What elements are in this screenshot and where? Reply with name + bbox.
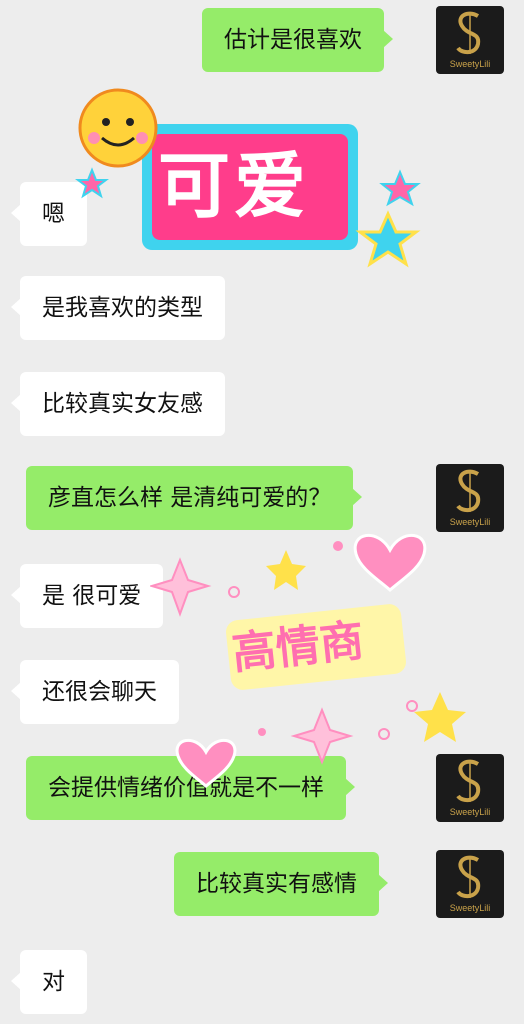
sticker-high-eq-text: 高情商 bbox=[229, 615, 367, 680]
sticker-cute-text: 可爱 bbox=[158, 144, 311, 228]
logo-icon bbox=[456, 469, 481, 513]
sticker-cute: 可爱 bbox=[70, 82, 440, 282]
message-bubble-incoming[interactable]: 比较真实女友感 bbox=[11, 372, 225, 436]
message-bubble-incoming[interactable]: 是 很可爱 bbox=[10, 564, 164, 628]
avatar-brand: SweetyLili bbox=[449, 59, 491, 69]
avatar[interactable]: SweetyLili bbox=[436, 850, 504, 918]
message-bubble-outgoing[interactable]: 估计是很喜欢 bbox=[202, 8, 393, 72]
message-bubble-incoming[interactable]: 对 bbox=[11, 950, 87, 1014]
avatar[interactable]: SweetyLili bbox=[436, 6, 504, 74]
sticker-high-eq: 高情商 bbox=[150, 520, 480, 790]
message-bubble-incoming[interactable]: 是我喜欢的类型 bbox=[11, 276, 225, 340]
logo-icon bbox=[456, 11, 481, 55]
message-bubble-outgoing[interactable]: 比较真实有感情 bbox=[174, 852, 388, 916]
avatar-brand: SweetyLili bbox=[449, 903, 491, 913]
avatar-brand: SweetyLili bbox=[449, 807, 491, 817]
logo-icon bbox=[456, 855, 481, 899]
